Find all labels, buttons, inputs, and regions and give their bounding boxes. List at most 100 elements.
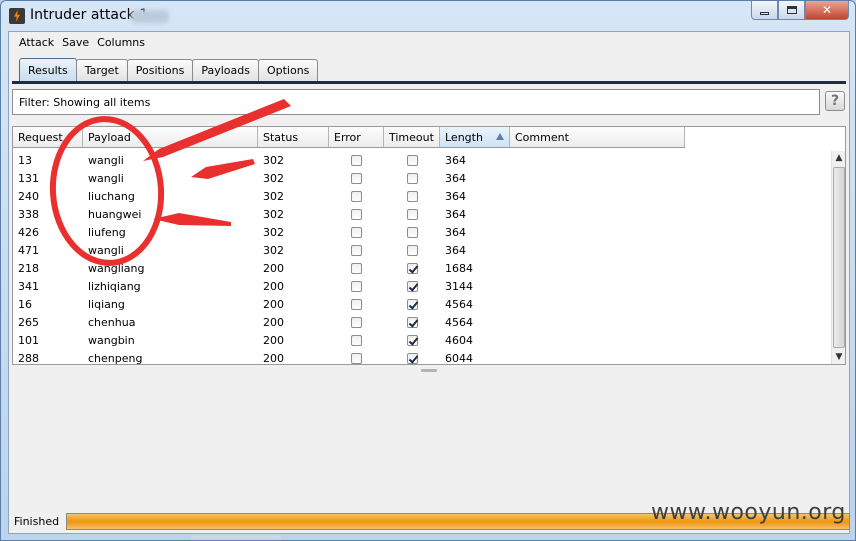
- column-header-payload[interactable]: Payload: [83, 127, 258, 147]
- table-row[interactable]: 16 liqiang 200 4564: [13, 295, 685, 313]
- tab-results[interactable]: Results: [19, 58, 77, 82]
- minimize-icon: [760, 11, 769, 15]
- cell-request: 131: [18, 171, 39, 185]
- table-body: 13 wangli 302 364 131 wangli 302 364 240 liuchang…: [13, 151, 685, 367]
- table-row[interactable]: 471 wangli 302 364: [13, 241, 685, 259]
- cell-timeout: [384, 241, 440, 259]
- cell-comment: [510, 259, 685, 277]
- cell-timeout: [384, 277, 440, 295]
- column-header-timeout[interactable]: Timeout: [384, 127, 440, 147]
- checkbox-unchecked-icon: [351, 190, 362, 202]
- cell-request: 16: [18, 297, 32, 311]
- cell-payload: wangliang: [88, 261, 145, 275]
- cell-payload: wangli: [88, 153, 124, 167]
- help-icon: ?: [830, 93, 840, 109]
- cell-status: 200: [263, 315, 284, 329]
- column-header-request[interactable]: Request: [13, 127, 83, 147]
- cell-error: [329, 277, 384, 295]
- checkbox-unchecked-icon: [406, 154, 418, 166]
- cell-timeout: [384, 151, 440, 169]
- cell-error: [329, 241, 384, 259]
- cell-error: [329, 331, 384, 349]
- cell-payload: chenhua: [88, 315, 136, 329]
- cell-request: 338: [18, 207, 39, 221]
- cell-comment: [510, 331, 685, 349]
- checkbox-checked-icon: [406, 280, 418, 292]
- cell-error: [329, 223, 384, 241]
- table-row[interactable]: 101 wangbin 200 4604: [13, 331, 685, 349]
- table-row[interactable]: 338 huangwei 302 364: [13, 205, 685, 223]
- cell-comment: [510, 187, 685, 205]
- cell-length: 364: [445, 171, 466, 185]
- table-row[interactable]: 288 chenpeng 200 6044: [13, 349, 685, 367]
- cell-comment: [510, 277, 685, 295]
- cell-error: [329, 295, 384, 313]
- cell-comment: [510, 205, 685, 223]
- cell-length: 364: [445, 207, 466, 221]
- cell-status: 200: [263, 297, 284, 311]
- cell-request: 341: [18, 279, 39, 293]
- scroll-down-icon[interactable]: ▼: [832, 350, 846, 364]
- tab-target[interactable]: Target: [75, 59, 128, 81]
- cell-length: 6044: [445, 351, 473, 365]
- tab-positions[interactable]: Positions: [126, 59, 194, 81]
- cell-status: 200: [263, 261, 284, 275]
- table-row[interactable]: 131 wangli 302 364: [13, 169, 685, 187]
- cell-length: 4604: [445, 333, 473, 347]
- table-row[interactable]: 265 chenhua 200 4564: [13, 313, 685, 331]
- cell-timeout: [384, 187, 440, 205]
- cell-error: [329, 259, 384, 277]
- menu-columns[interactable]: Columns: [97, 36, 145, 49]
- pane-splitter-handle[interactable]: [421, 369, 437, 372]
- cell-error: [329, 313, 384, 331]
- cell-error: [329, 187, 384, 205]
- checkbox-checked-icon: [406, 352, 418, 364]
- table-row[interactable]: 13 wangli 302 364: [13, 151, 685, 169]
- tab-strip: Results Target Positions Payloads Option…: [19, 58, 319, 82]
- cell-request: 426: [18, 225, 39, 239]
- cell-payload: chenpeng: [88, 351, 143, 365]
- column-header-length-label: Length: [445, 130, 483, 144]
- intruder-window: Intruder attack 1 ✕ Attack Save Columns …: [0, 0, 856, 541]
- cell-request: 471: [18, 243, 39, 257]
- cell-comment: [510, 223, 685, 241]
- minimize-button[interactable]: [751, 1, 778, 20]
- column-header-status[interactable]: Status: [258, 127, 329, 147]
- help-button[interactable]: ?: [825, 91, 845, 111]
- column-header-comment[interactable]: Comment: [510, 127, 685, 147]
- menu-attack[interactable]: Attack: [19, 36, 54, 49]
- scroll-thumb[interactable]: [833, 167, 845, 348]
- cell-status: 302: [263, 153, 284, 167]
- cell-status: 302: [263, 243, 284, 257]
- scroll-up-icon[interactable]: ▲: [832, 151, 846, 165]
- cell-comment: [510, 169, 685, 187]
- title-bar[interactable]: Intruder attack 1 ✕: [1, 1, 855, 31]
- cell-timeout: [384, 169, 440, 187]
- tab-payloads[interactable]: Payloads: [192, 59, 259, 81]
- checkbox-unchecked-icon: [406, 208, 418, 220]
- app-lightning-icon: [9, 8, 25, 24]
- table-row[interactable]: 218 wangliang 200 1684: [13, 259, 685, 277]
- checkbox-unchecked-icon: [351, 352, 362, 364]
- cell-timeout: [384, 313, 440, 331]
- close-button[interactable]: ✕: [805, 1, 849, 20]
- cell-comment: [510, 295, 685, 313]
- table-row[interactable]: 240 liuchang 302 364: [13, 187, 685, 205]
- table-row[interactable]: 341 lizhiqiang 200 3144: [13, 277, 685, 295]
- maximize-button[interactable]: [778, 1, 805, 20]
- cell-timeout: [384, 295, 440, 313]
- filter-bar[interactable]: Filter: Showing all items: [12, 89, 820, 115]
- column-header-length[interactable]: Length: [440, 127, 510, 147]
- cell-request: 288: [18, 351, 39, 365]
- menu-save[interactable]: Save: [62, 36, 89, 49]
- column-header-error[interactable]: Error: [329, 127, 384, 147]
- checkbox-unchecked-icon: [351, 298, 362, 310]
- vertical-scrollbar[interactable]: ▲ ▼: [831, 151, 845, 364]
- checkbox-unchecked-icon: [351, 154, 362, 166]
- results-table: Request Payload Status Error Timeout Len…: [12, 126, 846, 365]
- table-row[interactable]: 426 liufeng 302 364: [13, 223, 685, 241]
- tab-options[interactable]: Options: [257, 59, 319, 81]
- cell-payload: liuchang: [88, 189, 135, 203]
- cell-length: 3144: [445, 279, 473, 293]
- tab-divider: [12, 81, 846, 84]
